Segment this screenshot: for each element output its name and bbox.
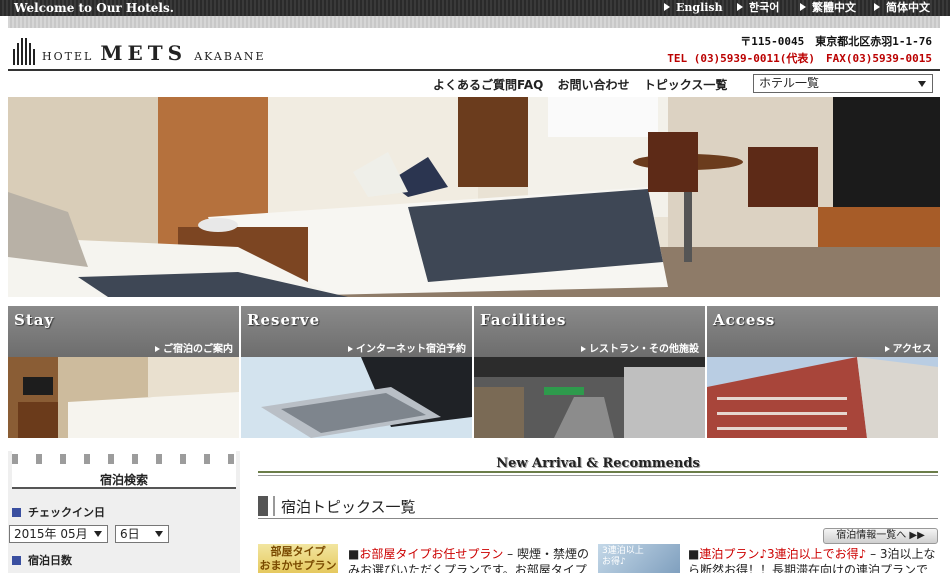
faq-link[interactable]: よくあるご質問FAQ: [433, 78, 543, 92]
main-content: New Arrival & Recommends 宿泊トピックス一覧 宿泊情報一…: [258, 451, 940, 573]
room-photo-illustration: [8, 97, 940, 297]
reserve-laptop-image: [241, 357, 472, 438]
plan-room-type-text: ■お部屋タイプお任せプラン – 喫煙・禁煙のみお選びいただくプランです。お部屋タ…: [348, 547, 589, 573]
triangle-right-icon: [737, 3, 743, 11]
facilities-station-image: [474, 357, 705, 438]
lang-korean-link[interactable]: 한국어: [737, 0, 779, 16]
plan-room-type-link[interactable]: お部屋タイプお任せプラン: [359, 547, 503, 561]
tel-fax: TEL (03)5939-0011(代表) FAX(03)5939-0015: [667, 52, 932, 65]
hotel-list-select[interactable]: ホテル一覧: [753, 74, 933, 93]
plan-multi-night-link[interactable]: 連泊プラン♪3連泊以上でお得♪: [699, 547, 866, 561]
room-search-title: 宿泊検索: [99, 473, 148, 487]
postal-address: 〒115-0045 東京都北区赤羽1-1-76: [740, 35, 932, 48]
room-search-sidebar: 宿泊検索 チェックイン日 2015年 05月 6日 宿泊日数: [8, 451, 240, 573]
lang-simplified-chinese-link[interactable]: 简体中文: [874, 0, 930, 16]
checkin-month-select[interactable]: 2015年 05月: [9, 525, 108, 543]
triangle-right-icon: [155, 346, 160, 352]
plan-multi-night-thumbnail[interactable]: 3連泊以上 お得♪: [598, 544, 680, 573]
top-bar: Welcome to Our Hotels. English 한국어 繁體中文 …: [0, 0, 950, 16]
lang-traditional-chinese-link[interactable]: 繁體中文: [800, 0, 856, 16]
section-title: 宿泊トピックス一覧: [258, 496, 416, 518]
chevron-down-icon: [155, 531, 163, 537]
triangle-right-icon: [581, 346, 586, 352]
topics-link[interactable]: トピックス一覧: [644, 78, 728, 92]
chevron-down-icon: [94, 531, 102, 537]
contact-link[interactable]: お問い合わせ: [558, 78, 630, 92]
panel-reserve[interactable]: Reserve インターネット宿泊予約: [241, 306, 472, 438]
nights-label: 宿泊日数: [12, 552, 72, 568]
lang-english-link[interactable]: English: [664, 0, 723, 16]
checkin-label: チェックイン日: [12, 504, 105, 520]
utility-nav: よくあるご質問FAQ お問い合わせ トピックス一覧 ホテル一覧: [8, 71, 940, 97]
site-header: HOTEL METS AKABANE 〒115-0045 東京都北区赤羽1-1-…: [8, 16, 940, 71]
square-bullet-icon: [12, 556, 21, 565]
main-category-panels: Stay ご宿泊のご案内 Reserve インターネット宿泊予約 Facilit…: [8, 306, 940, 438]
triangle-right-icon: [884, 346, 890, 352]
triangle-right-icon: [664, 3, 670, 11]
stay-room-image: [8, 357, 239, 438]
panel-facilities[interactable]: Facilities レストラン・その他施設: [474, 306, 705, 438]
hotel-logo[interactable]: HOTEL METS AKABANE: [12, 33, 266, 65]
hero-room-image: [8, 97, 940, 297]
triangle-right-icon: [800, 3, 806, 11]
panel-access[interactable]: Access アクセス: [707, 306, 938, 438]
triangle-right-icon: [348, 346, 353, 352]
hotel-address: 〒115-0045 東京都北区赤羽1-1-76 TEL (03)5939-001…: [667, 33, 932, 67]
new-arrival-ribbon: New Arrival & Recommends: [258, 455, 938, 476]
welcome-text: Welcome to Our Hotels.: [14, 1, 174, 15]
panel-stay[interactable]: Stay ご宿泊のご案内: [8, 306, 239, 438]
square-bullet-icon: [12, 508, 21, 517]
chevron-down-icon: [918, 81, 926, 87]
plan-multi-night-text: ■連泊プラン♪3連泊以上でお得♪ – 3泊以上なら断然お得！！長期滞在向けの連泊…: [688, 547, 936, 573]
ribbon-title: New Arrival & Recommends: [496, 456, 700, 471]
plan-room-type-badge[interactable]: 部屋タイプ おまかせプラン: [258, 544, 338, 573]
stay-info-list-button[interactable]: 宿泊情報一覧へ ▶▶: [823, 528, 938, 544]
access-building-image: [707, 357, 938, 438]
logo-mark-icon: [12, 37, 38, 65]
triangle-right-icon: [874, 3, 880, 11]
notebook-rings-decoration: [12, 454, 236, 464]
checkin-day-select[interactable]: 6日: [115, 525, 169, 543]
